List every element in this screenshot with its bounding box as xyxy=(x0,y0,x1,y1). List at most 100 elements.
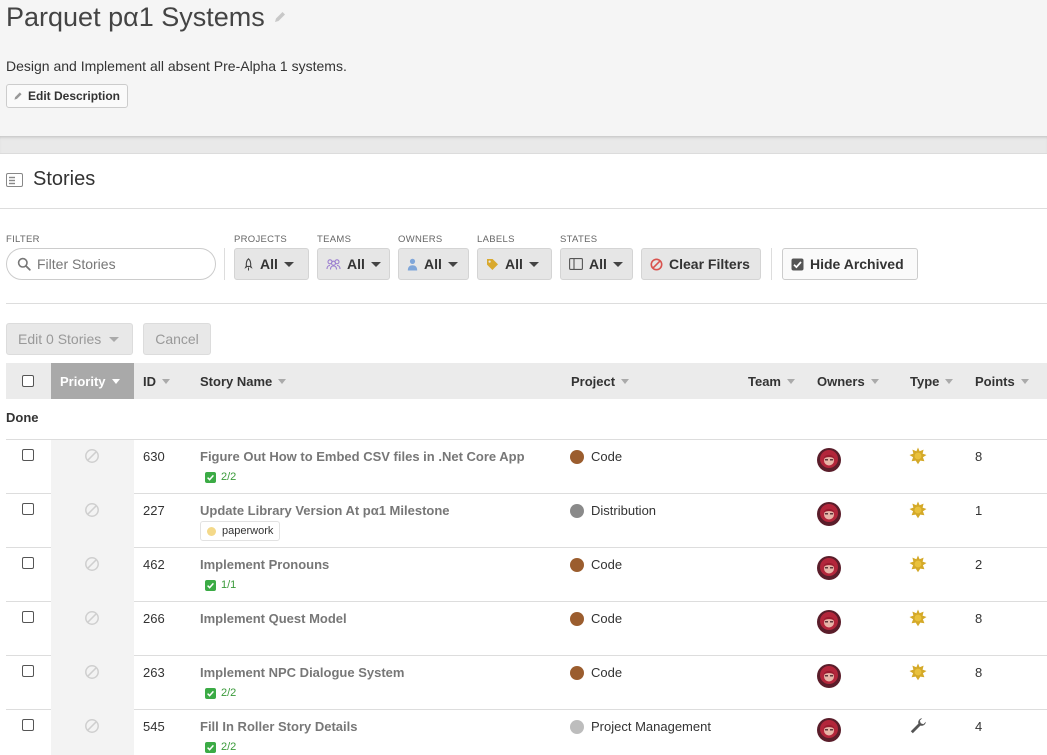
edit-stories-button[interactable]: Edit 0 Stories xyxy=(6,323,133,355)
feature-star-icon xyxy=(909,609,927,627)
labels-filter-value: All xyxy=(505,256,523,272)
column-header-team[interactable]: Team xyxy=(748,363,795,399)
hide-archived-label: Hide Archived xyxy=(810,256,904,272)
no-priority-icon[interactable] xyxy=(84,556,100,577)
story-name-link[interactable]: Implement Pronouns xyxy=(200,557,329,572)
owner-avatar[interactable] xyxy=(817,718,841,742)
owner-avatar[interactable] xyxy=(817,664,841,688)
columns-icon xyxy=(569,258,583,270)
row-checkbox[interactable] xyxy=(22,611,34,623)
stories-heading: Stories xyxy=(6,168,95,191)
story-name-link[interactable]: Implement Quest Model xyxy=(200,611,347,626)
feature-star-icon xyxy=(909,663,927,686)
project-name: Code xyxy=(591,665,623,680)
checkbox-checked-icon xyxy=(791,258,804,270)
table-row[interactable]: 462 Implement Pronouns 1/1 Code 2 xyxy=(6,548,1047,602)
clear-filters-label: Clear Filters xyxy=(669,256,750,272)
row-checkbox[interactable] xyxy=(22,665,34,677)
column-header-id[interactable]: ID xyxy=(143,363,170,399)
edit-title-pencil-icon[interactable] xyxy=(273,10,287,29)
table-row[interactable]: 263 Implement NPC Dialogue System 2/2 Co… xyxy=(6,656,1047,710)
task-check-icon xyxy=(205,741,216,753)
row-checkbox[interactable] xyxy=(22,557,34,569)
row-checkbox[interactable] xyxy=(22,503,34,515)
table-row[interactable]: 266 Implement Quest Model Code 8 xyxy=(6,602,1047,656)
owner-avatar[interactable] xyxy=(817,610,841,634)
column-label: Owners xyxy=(817,373,865,389)
task-count: 2/2 xyxy=(221,471,237,483)
owner-avatar[interactable] xyxy=(817,502,841,526)
row-checkbox[interactable] xyxy=(22,719,34,731)
clear-filters-button[interactable]: Clear Filters xyxy=(641,248,761,280)
project-name: Code xyxy=(591,449,623,464)
project-cell: Code xyxy=(570,611,622,626)
stories-title: Stories xyxy=(33,168,96,190)
no-priority-icon[interactable] xyxy=(84,664,100,685)
labels-filter-dropdown[interactable]: All xyxy=(477,248,552,280)
teams-filter-dropdown[interactable]: All xyxy=(317,248,390,280)
column-header-story-name[interactable]: Story Name xyxy=(200,363,287,399)
story-name-link[interactable]: Fill In Roller Story Details xyxy=(200,719,357,734)
team-icon xyxy=(326,259,341,270)
task-count: 2/2 xyxy=(221,687,237,699)
filter-separator xyxy=(771,248,772,280)
task-check-icon xyxy=(205,687,216,699)
teams-filter-value: All xyxy=(347,256,365,272)
edit-description-button[interactable]: Edit Description xyxy=(6,84,129,108)
task-check-icon xyxy=(205,579,216,591)
pencil-icon xyxy=(14,92,22,100)
story-points: 8 xyxy=(975,665,983,680)
chevron-down-icon xyxy=(370,261,381,267)
chevron-down-icon xyxy=(109,336,120,342)
filter-search-box[interactable] xyxy=(6,248,216,280)
story-points: 8 xyxy=(975,449,983,464)
table-row[interactable]: 630 Figure Out How to Embed CSV files in… xyxy=(6,440,1047,494)
table-row[interactable]: 545 Fill In Roller Story Details 2/2 Pro… xyxy=(6,710,1047,755)
column-header-type[interactable]: Type xyxy=(910,363,954,399)
hide-archived-button[interactable]: Hide Archived xyxy=(782,248,918,280)
select-all-checkbox[interactable] xyxy=(22,375,34,387)
no-priority-icon[interactable] xyxy=(84,718,100,739)
labels-filter-label: LABELS xyxy=(477,234,515,245)
sort-down-icon xyxy=(1020,378,1029,384)
table-row[interactable]: 227 Update Library Version At pα1 Milest… xyxy=(6,494,1047,548)
column-label: Team xyxy=(748,373,781,389)
column-header-owners[interactable]: Owners xyxy=(817,363,879,399)
row-checkbox[interactable] xyxy=(22,449,34,461)
divider xyxy=(6,303,1047,304)
story-id: 263 xyxy=(143,665,165,680)
column-label: Points xyxy=(975,373,1015,389)
group-header-done: Done xyxy=(6,410,39,425)
states-filter-dropdown[interactable]: All xyxy=(560,248,633,280)
task-count: 2/2 xyxy=(221,741,237,753)
projects-filter-label: PROJECTS xyxy=(234,234,288,245)
owners-filter-dropdown[interactable]: All xyxy=(398,248,469,280)
sort-down-icon xyxy=(111,378,120,384)
section-divider xyxy=(0,136,1047,154)
story-label-chip[interactable]: paperwork xyxy=(200,521,281,541)
owners-filter-value: All xyxy=(424,256,442,272)
project-color-dot xyxy=(570,665,584,680)
story-name-link[interactable]: Update Library Version At pα1 Milestone xyxy=(200,503,450,518)
feature-star-icon xyxy=(909,609,927,632)
owner-avatar[interactable] xyxy=(817,448,841,472)
cancel-button[interactable]: Cancel xyxy=(143,323,211,355)
sort-down-icon xyxy=(621,378,630,384)
feature-star-icon xyxy=(909,447,927,465)
column-header-priority[interactable]: Priority xyxy=(51,363,134,399)
column-header-points[interactable]: Points xyxy=(975,363,1029,399)
no-priority-icon[interactable] xyxy=(84,448,100,469)
column-header-project[interactable]: Project xyxy=(571,363,630,399)
no-priority-icon[interactable] xyxy=(84,502,100,523)
sort-down-icon xyxy=(162,378,170,384)
owner-avatar[interactable] xyxy=(817,556,841,580)
project-cell: Code xyxy=(570,665,622,680)
project-name: Project Management xyxy=(591,719,711,734)
story-name-link[interactable]: Implement NPC Dialogue System xyxy=(200,665,404,680)
filter-stories-input[interactable] xyxy=(37,256,207,272)
no-priority-icon[interactable] xyxy=(84,610,100,631)
story-name-link[interactable]: Figure Out How to Embed CSV files in .Ne… xyxy=(200,449,525,464)
task-progress: 2/2 xyxy=(205,687,236,699)
search-icon xyxy=(17,257,31,271)
projects-filter-dropdown[interactable]: All xyxy=(234,248,309,280)
